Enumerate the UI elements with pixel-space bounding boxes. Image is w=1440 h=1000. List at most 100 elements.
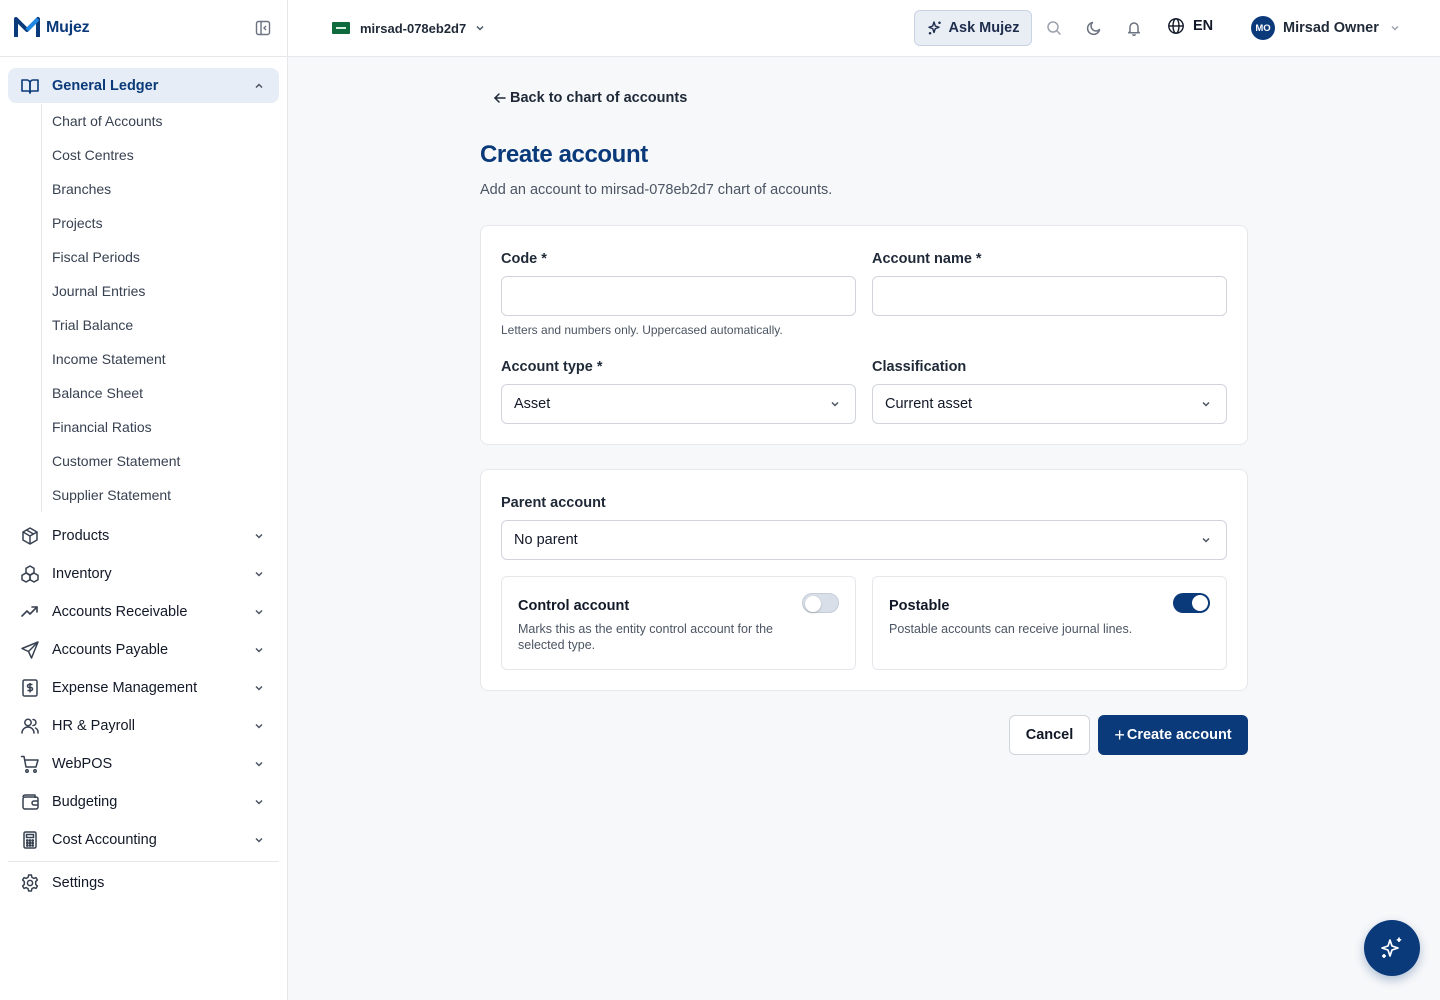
general-ledger-subnav: Chart of Accounts Cost Centres Branches … (41, 104, 279, 512)
subnav-item-customer-statement[interactable]: Customer Statement (52, 444, 279, 478)
boxes-icon (20, 564, 40, 584)
account-name-input[interactable] (872, 276, 1227, 316)
chevron-down-icon (476, 25, 484, 31)
box-icon (20, 526, 40, 546)
nav-group-webpos[interactable]: WebPOS (8, 745, 279, 783)
subnav-item-fiscal-periods[interactable]: Fiscal Periods (52, 240, 279, 274)
control-account-title: Control account (518, 598, 630, 614)
subnav-item-supplier-statement[interactable]: Supplier Statement (52, 478, 279, 512)
code-hint: Letters and numbers only. Uppercased aut… (501, 323, 783, 337)
postable-toggle[interactable] (1173, 593, 1210, 613)
send-icon (20, 640, 40, 660)
org-switcher[interactable]: mirsad-078eb2d7 (318, 13, 496, 43)
moon-icon (1086, 21, 1101, 36)
main-content: Back to chart of accounts Create account… (288, 57, 1440, 1000)
create-account-label: Create account (1126, 727, 1232, 743)
subnav-item-income-statement[interactable]: Income Statement (52, 342, 279, 376)
account-type-select[interactable]: Asset (501, 384, 856, 424)
control-account-toggle[interactable] (802, 593, 839, 613)
nav-group-label: Cost Accounting (52, 832, 157, 848)
classification-value: Current asset (885, 396, 973, 412)
globe-icon (1168, 18, 1184, 34)
nav-group-accounts-receivable[interactable]: Accounts Receivable (8, 593, 279, 631)
user-menu[interactable]: MO Mirsad Owner (1251, 16, 1401, 40)
control-account-option: Control account Marks this as the entity… (501, 576, 856, 670)
nav-group-inventory[interactable]: Inventory (8, 555, 279, 593)
chevron-up-icon (251, 78, 267, 94)
subnav-item-financial-ratios[interactable]: Financial Ratios (52, 410, 279, 444)
nav-group-accounts-payable[interactable]: Accounts Payable (8, 631, 279, 669)
nav-group-general-ledger[interactable]: General Ledger (8, 68, 279, 103)
cancel-button[interactable]: Cancel (1009, 715, 1090, 755)
notifications-button[interactable] (1125, 19, 1143, 37)
subnav-item-branches[interactable]: Branches (52, 172, 279, 206)
nav-group-label: Expense Management (52, 680, 198, 696)
nav-group-cost-accounting[interactable]: Cost Accounting (8, 821, 279, 859)
saudi-flag-icon (332, 22, 350, 34)
nav-group-products[interactable]: Products (8, 517, 279, 555)
nav-group-label: WebPOS (52, 756, 113, 772)
chevron-down-icon (251, 832, 267, 848)
nav-groups: Products Inventory Accounts Receivable A… (8, 517, 279, 902)
chevron-down-icon (251, 528, 267, 544)
book-open-icon (20, 76, 40, 96)
subnav-item-projects[interactable]: Projects (52, 206, 279, 240)
nav-group-label: Products (52, 528, 110, 544)
user-name: Mirsad Owner (1283, 20, 1379, 36)
chevron-down-icon (1391, 25, 1399, 31)
subnav-item-balance-sheet[interactable]: Balance Sheet (52, 376, 279, 410)
subnav-item-cost-centres[interactable]: Cost Centres (52, 138, 279, 172)
gear-icon (20, 873, 40, 893)
chevron-down-icon (1198, 396, 1214, 412)
cart-icon (20, 754, 40, 774)
code-label: Code * (501, 251, 547, 267)
subnav-item-journal-entries[interactable]: Journal Entries (52, 274, 279, 308)
nav-group-budgeting[interactable]: Budgeting (8, 783, 279, 821)
topbar: mirsad-078eb2d7 Ask Mujez EN MO Mirsad O… (288, 0, 1440, 57)
trending-up-icon (20, 602, 40, 622)
ask-mujez-button[interactable]: Ask Mujez (914, 10, 1032, 46)
nav-group-label: Budgeting (52, 794, 118, 810)
create-account-button[interactable]: + Create account (1098, 715, 1248, 755)
brand-name: Mujez (46, 19, 90, 36)
control-account-desc: Marks this as the entity control account… (518, 622, 773, 652)
users-icon (20, 716, 40, 736)
collapse-sidebar-button[interactable] (253, 18, 273, 38)
parent-account-select[interactable]: No parent (501, 520, 1227, 560)
ai-assistant-fab[interactable] (1364, 920, 1420, 976)
nav-group-label: Inventory (52, 566, 112, 582)
nav-group-expense-management[interactable]: Expense Management (8, 669, 279, 707)
parent-account-label: Parent account (501, 495, 606, 511)
toggle-knob (805, 596, 821, 612)
chevron-down-icon (251, 756, 267, 772)
postable-desc: Postable accounts can receive journal li… (889, 622, 1133, 636)
parent-account-value: No parent (514, 532, 578, 548)
classification-label: Classification (872, 359, 967, 375)
postable-title: Postable (889, 598, 950, 614)
nav-group-hr-payroll[interactable]: HR & Payroll (8, 707, 279, 745)
mujez-logo-icon (14, 17, 40, 37)
nav-group-label: Accounts Receivable (52, 604, 188, 620)
account-details-card: Code * Letters and numbers only. Upperca… (480, 225, 1248, 445)
wallet-icon (20, 792, 40, 812)
classification-select[interactable]: Current asset (872, 384, 1227, 424)
nav-item-label: Settings (52, 875, 105, 891)
language-switcher[interactable]: EN (1167, 17, 1213, 35)
nav-item-settings[interactable]: Settings (8, 864, 279, 902)
code-input[interactable] (501, 276, 856, 316)
sparkles-icon (1381, 937, 1402, 958)
back-link-label: Back to chart of accounts (510, 90, 688, 106)
search-button[interactable] (1045, 19, 1063, 37)
back-to-chart-link[interactable]: Back to chart of accounts (493, 90, 687, 106)
chevron-down-icon (251, 642, 267, 658)
chevron-down-icon (251, 604, 267, 620)
subnav-item-trial-balance[interactable]: Trial Balance (52, 308, 279, 342)
subnav-item-chart-of-accounts[interactable]: Chart of Accounts (52, 104, 279, 138)
account-type-value: Asset (514, 396, 551, 412)
account-settings-card: Parent account No parent Control account… (480, 469, 1248, 691)
sidebar-nav: General Ledger Chart of Accounts Cost Ce… (0, 57, 287, 902)
theme-toggle-button[interactable] (1085, 19, 1103, 37)
brand: Mujez (0, 0, 287, 57)
chevron-down-icon (251, 680, 267, 696)
nav-group-label: Accounts Payable (52, 642, 169, 658)
